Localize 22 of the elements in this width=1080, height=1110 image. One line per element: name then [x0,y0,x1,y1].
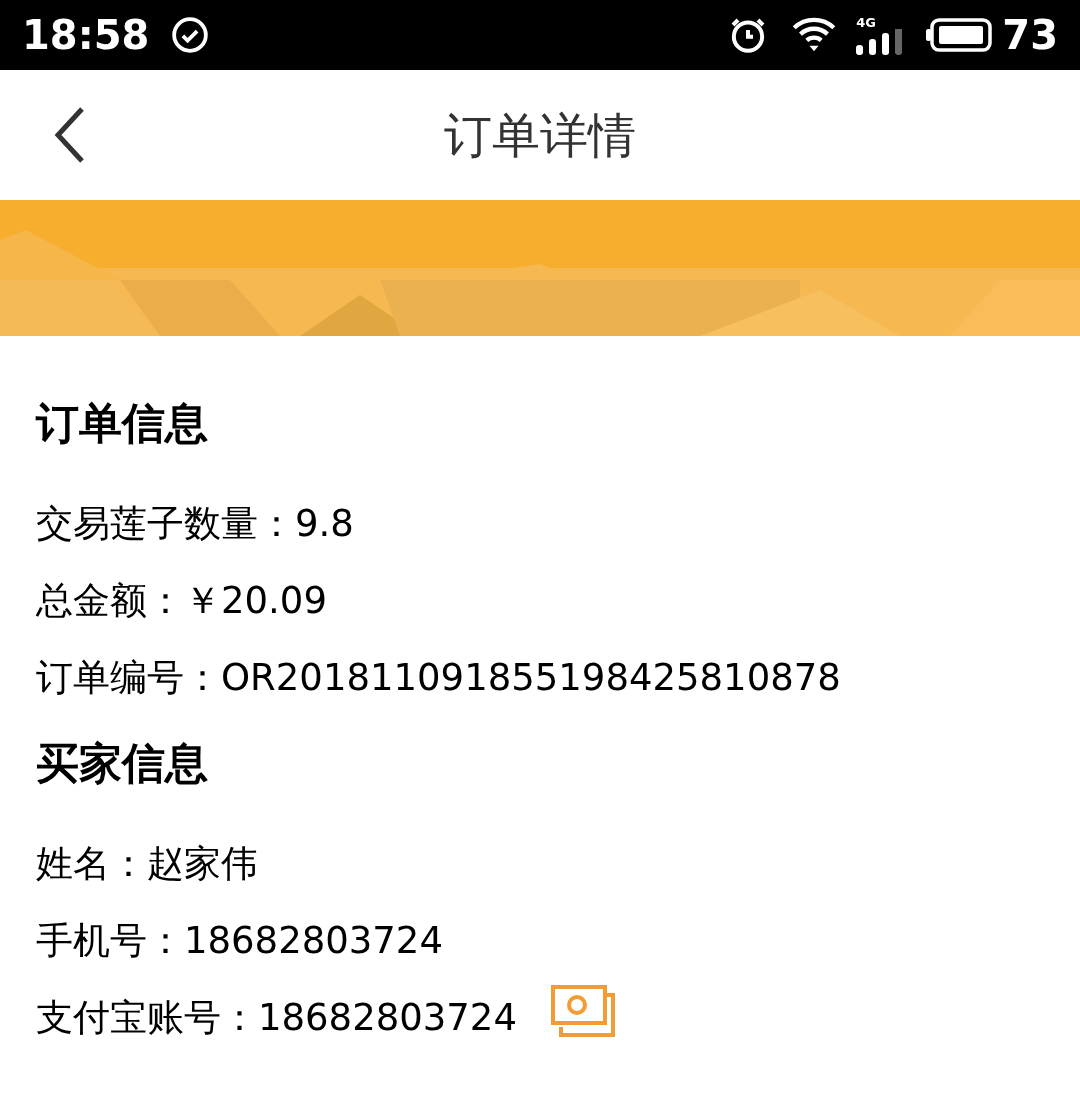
info-label: 手机号： [36,917,184,964]
info-label: 姓名： [36,840,147,887]
network-type: 4G [856,16,877,29]
info-value: ￥20.09 [184,577,327,624]
signal-icon [856,29,905,55]
status-time: 18:58 [22,11,150,60]
info-label: 支付宝账号： [36,994,258,1041]
section-title: 买家信息 [36,742,209,785]
info-label: 订单编号： [36,654,221,701]
wifi-icon [792,17,837,53]
page-title: 订单详情 [444,106,636,165]
info-value: 9.8 [295,500,354,547]
info-value: OR201811091855198425810878 [221,654,841,701]
info-value: 18682803724 [184,917,443,964]
info-value: 18682803724 [258,994,517,1041]
info-label: 总金额： [36,577,184,624]
info-label: 交易莲子数量： [36,500,295,547]
battery-icon [926,18,995,52]
info-value: 赵家伟 [147,840,258,887]
battery-level: 73 [1002,11,1058,60]
check-circle-icon [171,16,210,54]
section-title: 订单信息 [36,402,209,445]
